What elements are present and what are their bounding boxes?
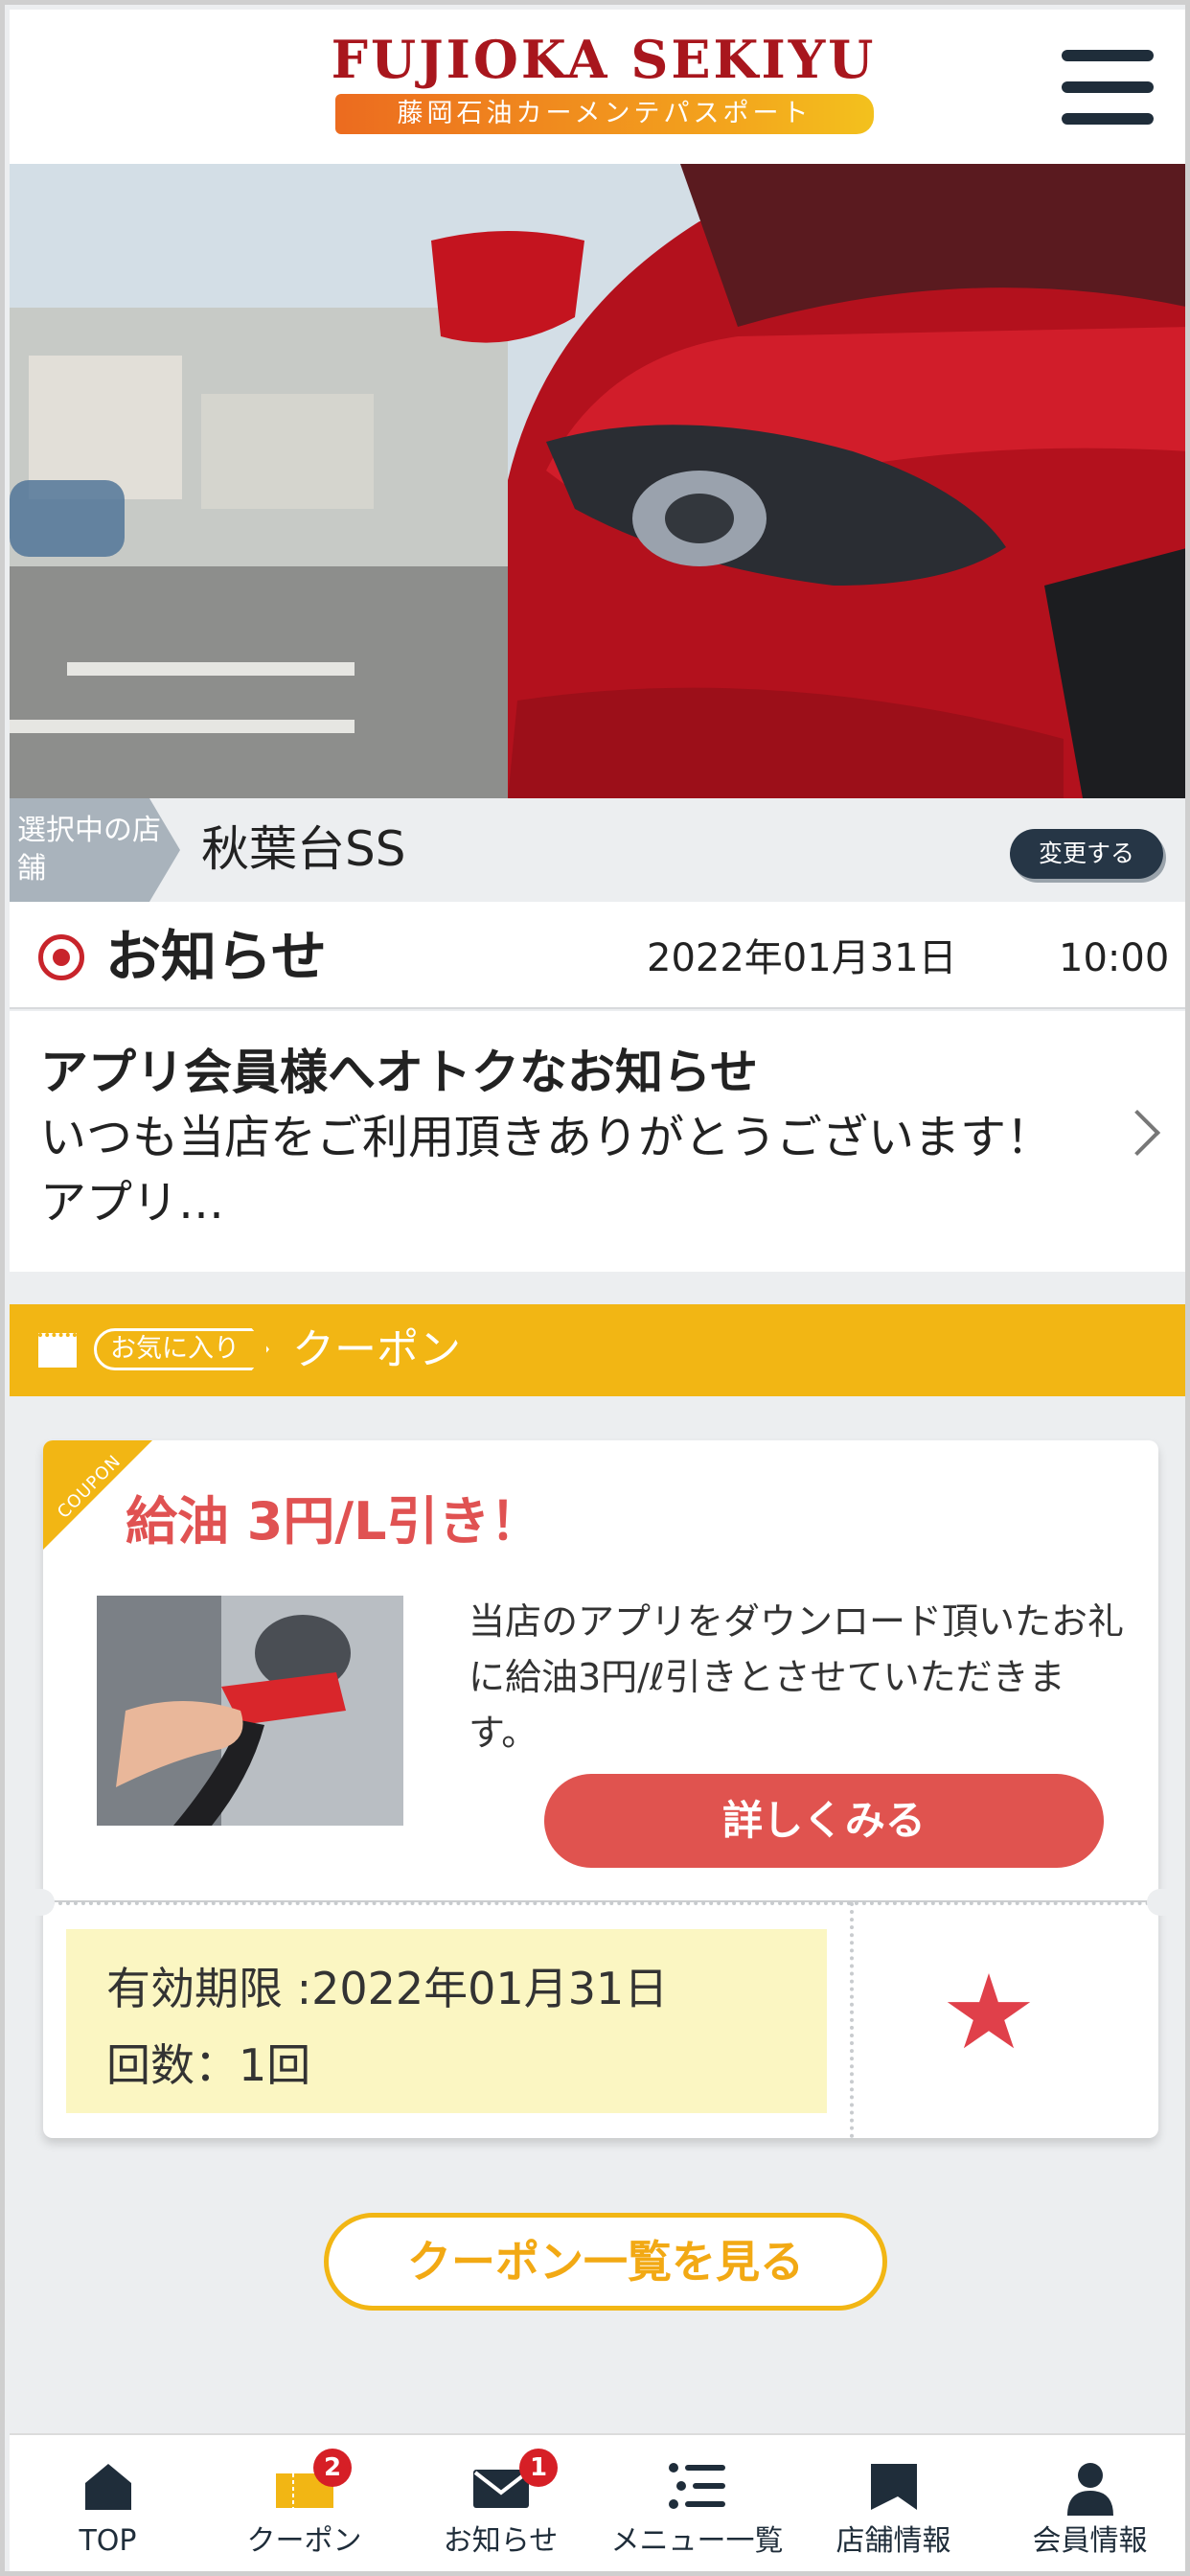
brand-logo: FUJIOKA SEKIYU: [331, 29, 877, 90]
coupon-stub: 有効期限 :2022年01月31日 回数：1回: [43, 1902, 1158, 2138]
stub-divider: [850, 1902, 854, 2138]
fuel-nozzle-illustration: [97, 1596, 403, 1826]
coupon-usage-count: 回数：1回: [106, 2039, 311, 2091]
red-car-illustration: [10, 164, 1185, 798]
change-store-button[interactable]: 変更する: [1010, 829, 1163, 879]
coupon-list-button[interactable]: クーポン一覧を見る: [324, 2213, 887, 2311]
news-item-title: アプリ会員様へオトクなお知らせ: [40, 1045, 758, 1100]
menu-bar-icon: [1062, 81, 1154, 93]
app-header: FUJIOKA SEKIYU 藤岡石油カーメンテパスポート: [10, 10, 1185, 164]
perforation-line: [43, 1901, 1158, 1905]
tab-label: TOP: [79, 2524, 137, 2558]
bottom-tab-bar: TOP 2 クーポン 1 お知らせ メニュー一覧 店舗情報 会員情報: [10, 2433, 1185, 2571]
hero-image: [10, 164, 1185, 798]
user-icon: [1066, 2463, 1113, 2516]
fuel-nozzle-image: [97, 1596, 403, 1826]
brand-subtitle: 藤岡石油カーメンテパスポート: [335, 94, 874, 134]
home-icon: [84, 2464, 131, 2510]
tab-member-info[interactable]: 会員情報: [992, 2435, 1185, 2571]
news-header: お知らせ 2022年01月31日 10:00: [10, 902, 1185, 1009]
menu-bar-icon: [1062, 50, 1154, 61]
selected-store-tag: 選択中の店舗: [10, 798, 180, 902]
coupon-title: 給油 3円/L引き！: [126, 1491, 542, 1552]
favorite-tag: お気に入り: [94, 1328, 269, 1370]
record-dot-icon: [38, 934, 84, 980]
news-heading: お知らせ: [105, 924, 327, 989]
menu-bar-icon: [1062, 113, 1154, 125]
coupon-info-box: 有効期限 :2022年01月31日 回数：1回: [66, 1929, 827, 2113]
tab-label: 店舗情報: [835, 2524, 951, 2558]
tab-menu-list[interactable]: メニュー一覧: [599, 2435, 795, 2571]
news-date: 2022年01月31日: [647, 936, 957, 980]
tab-news[interactable]: 1 お知らせ: [402, 2435, 599, 2571]
tab-coupon[interactable]: 2 クーポン: [206, 2435, 402, 2571]
coupon-badge: 2: [313, 2449, 352, 2487]
news-badge: 1: [519, 2449, 558, 2487]
list-icon: [668, 2463, 725, 2509]
tab-store-info[interactable]: 店舗情報: [795, 2435, 992, 2571]
coupon-description: 当店のアプリをダウンロード頂いたお礼に給油3円/ℓ引きとさせていただきます。: [469, 1600, 1125, 1754]
ticket-icon: [38, 1333, 77, 1368]
hamburger-menu-button[interactable]: [1062, 46, 1156, 130]
coupon-expiry: 有効期限 :2022年01月31日: [106, 1963, 669, 2014]
coupon-card: COUPON 給油 3円/L引き！ 当店のアプリをダウンロード頂いたお礼に給油3…: [43, 1440, 1158, 1900]
app-screen: FUJIOKA SEKIYU 藤岡石油カーメンテパスポート 選択中の店舗 秋葉台…: [0, 0, 1190, 2576]
tab-label: お知らせ: [443, 2524, 559, 2558]
tab-label: クーポン: [246, 2524, 362, 2558]
store-name: 秋葉台SS: [201, 821, 406, 877]
coupon-detail-button[interactable]: 詳しくみる: [544, 1774, 1104, 1868]
news-item-text: いつも当店をご利用頂きありがとうございます！アプリ…: [40, 1111, 1053, 1230]
news-item[interactable]: アプリ会員様へオトクなお知らせ いつも当店をご利用頂きありがとうございます！アプ…: [10, 1011, 1185, 1272]
chevron-right-icon: [1113, 1109, 1161, 1157]
selected-store-bar: 選択中の店舗 秋葉台SS 変更する: [10, 798, 1185, 902]
tab-top[interactable]: TOP: [10, 2435, 206, 2571]
tab-label: メニュー一覧: [610, 2524, 784, 2558]
favorite-coupon-title: クーポン: [292, 1325, 461, 1374]
tab-label: 会員情報: [1032, 2524, 1148, 2558]
favorite-coupon-header: お気に入り クーポン: [10, 1304, 1185, 1396]
news-time: 10:00: [1059, 936, 1170, 980]
ticket-notch-right: [1147, 1889, 1168, 1916]
favorite-star-icon[interactable]: [947, 1973, 1031, 2049]
store-icon: [870, 2464, 917, 2510]
